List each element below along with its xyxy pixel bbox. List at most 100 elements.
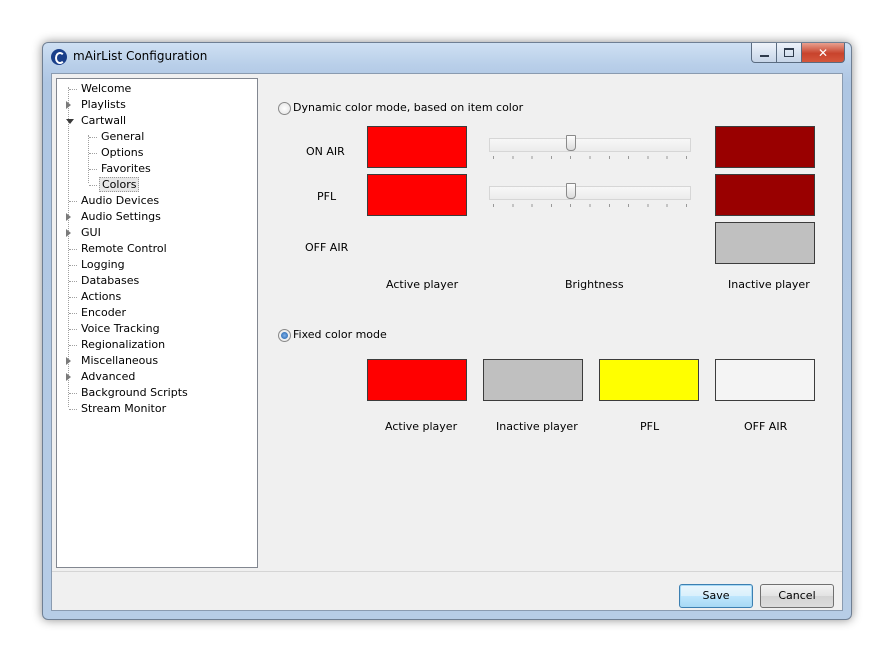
tree-item-label: Favorites [101,162,151,175]
tree-item-playlists[interactable]: Playlists [66,97,128,113]
tree-item-audio-devices[interactable]: Audio Devices [69,193,161,209]
tree-connector-line [69,249,77,250]
tree-connector-line [89,153,97,154]
tree-item-label: Encoder [81,306,126,319]
tree-item-stream-monitor[interactable]: Stream Monitor [69,401,168,417]
on-air-row-label: ON AIR [306,145,345,158]
active-player-column-label: Active player [386,278,459,291]
slider-track [489,138,691,152]
cancel-button[interactable]: Cancel [760,584,834,608]
caption-buttons: ✕ [751,43,845,63]
collapsed-triangle-icon[interactable] [66,101,71,109]
tree-connector-line [88,135,89,183]
tree-connector-line [69,297,77,298]
pfl-brightness-slider[interactable] [489,182,691,212]
fixed-mode-label[interactable]: Fixed color mode [293,328,387,341]
collapsed-triangle-icon[interactable] [66,373,71,381]
off-air-row-label: OFF AIR [305,241,349,254]
tree-item-cartwall[interactable]: Cartwall [66,113,128,129]
tree-item-gui[interactable]: GUI [66,225,103,241]
slider-ticks [493,156,687,159]
fixed-pfl-swatch[interactable] [599,359,699,401]
settings-tree[interactable]: Welcome Playlists Cartwall General Options Fa… [56,78,258,568]
on-air-inactive-color-swatch[interactable] [715,126,815,168]
tree-item-label: Playlists [81,98,126,111]
tree-item-label: General [101,130,145,143]
tree-item-label: Colors [99,177,140,192]
slider-ticks [493,204,687,207]
fixed-off-air-swatch[interactable] [715,359,815,401]
tree-item-advanced[interactable]: Advanced [66,369,137,385]
fixed-off-air-label: OFF AIR [744,420,788,433]
tree-item-logging[interactable]: Logging [69,257,127,273]
title-bar[interactable]: mAirList Configuration ✕ [43,43,851,71]
tree-item-label: Regionalization [81,338,166,351]
tree-connector-line [89,185,97,186]
tree-item-regionalization[interactable]: Regionalization [69,337,167,353]
on-air-brightness-slider[interactable] [489,134,691,164]
expanded-triangle-icon[interactable] [66,119,74,124]
tree-item-label: Audio Devices [81,194,160,207]
minimize-icon [759,54,769,57]
config-window: mAirList Configuration ✕ Welcome Playlist… [42,42,852,620]
tree-connector-line [69,409,77,410]
tree-item-welcome[interactable]: Welcome [69,81,133,97]
maximize-button[interactable] [777,43,802,63]
minimize-button[interactable] [751,43,777,63]
tree-item-voice-tracking[interactable]: Voice Tracking [69,321,162,337]
tree-item-label: Background Scripts [81,386,188,399]
tree-item-label: Welcome [81,82,132,95]
off-air-inactive-color-swatch[interactable] [715,222,815,264]
fixed-pfl-label: PFL [640,420,660,433]
tree-item-databases[interactable]: Databases [69,273,141,289]
tree-connector-line [69,329,77,330]
tree-connector-line [89,169,97,170]
tree-item-label: GUI [81,226,101,239]
collapsed-triangle-icon[interactable] [66,213,71,221]
collapsed-triangle-icon[interactable] [66,357,71,365]
close-button[interactable]: ✕ [802,43,845,63]
pfl-inactive-color-swatch[interactable] [715,174,815,216]
fixed-mode-radio[interactable] [278,329,291,342]
tree-item-label: Actions [81,290,122,303]
tree-item-label: Voice Tracking [81,322,160,335]
tree-connector-line [69,393,77,394]
tree-connector-line [69,89,77,90]
tree-connector-line [69,313,77,314]
tree-item-remote-control[interactable]: Remote Control [69,241,169,257]
tree-item-encoder[interactable]: Encoder [69,305,128,321]
tree-item-label: Miscellaneous [81,354,159,367]
tree-item-actions[interactable]: Actions [69,289,123,305]
fixed-inactive-player-swatch[interactable] [483,359,583,401]
dynamic-mode-radio[interactable] [278,102,291,115]
maximize-icon [784,48,794,57]
slider-thumb[interactable] [565,183,576,199]
brightness-column-label: Brightness [565,278,624,291]
close-icon: ✕ [817,45,829,60]
tree-item-label: Advanced [81,370,136,383]
slider-thumb[interactable] [565,135,576,151]
tree-item-label: Remote Control [81,242,167,255]
footer-separator [52,571,842,572]
tree-item-colors[interactable]: Colors [89,177,140,193]
tree-item-label: Cartwall [81,114,127,127]
on-air-active-color-swatch[interactable] [367,126,467,168]
tree-item-options[interactable]: Options [89,145,145,161]
window-title: mAirList Configuration [73,49,208,63]
tree-item-miscellaneous[interactable]: Miscellaneous [66,353,160,369]
tree-item-general[interactable]: General [89,129,146,145]
dynamic-mode-label[interactable]: Dynamic color mode, based on item color [293,101,523,114]
client-area: Welcome Playlists Cartwall General Options Fa… [51,73,843,611]
tree-item-audio-settings[interactable]: Audio Settings [66,209,163,225]
tree-item-background-scripts[interactable]: Background Scripts [69,385,190,401]
mairlist-logo-icon [51,49,67,65]
tree-item-label: Audio Settings [81,210,161,223]
collapsed-triangle-icon[interactable] [66,229,71,237]
tree-item-favorites[interactable]: Favorites [89,161,153,177]
inactive-player-column-label: Inactive player [728,278,810,291]
tree-connector-line [69,265,77,266]
tree-connector-line [69,345,77,346]
pfl-active-color-swatch[interactable] [367,174,467,216]
fixed-active-player-swatch[interactable] [367,359,467,401]
save-button[interactable]: Save [679,584,753,608]
